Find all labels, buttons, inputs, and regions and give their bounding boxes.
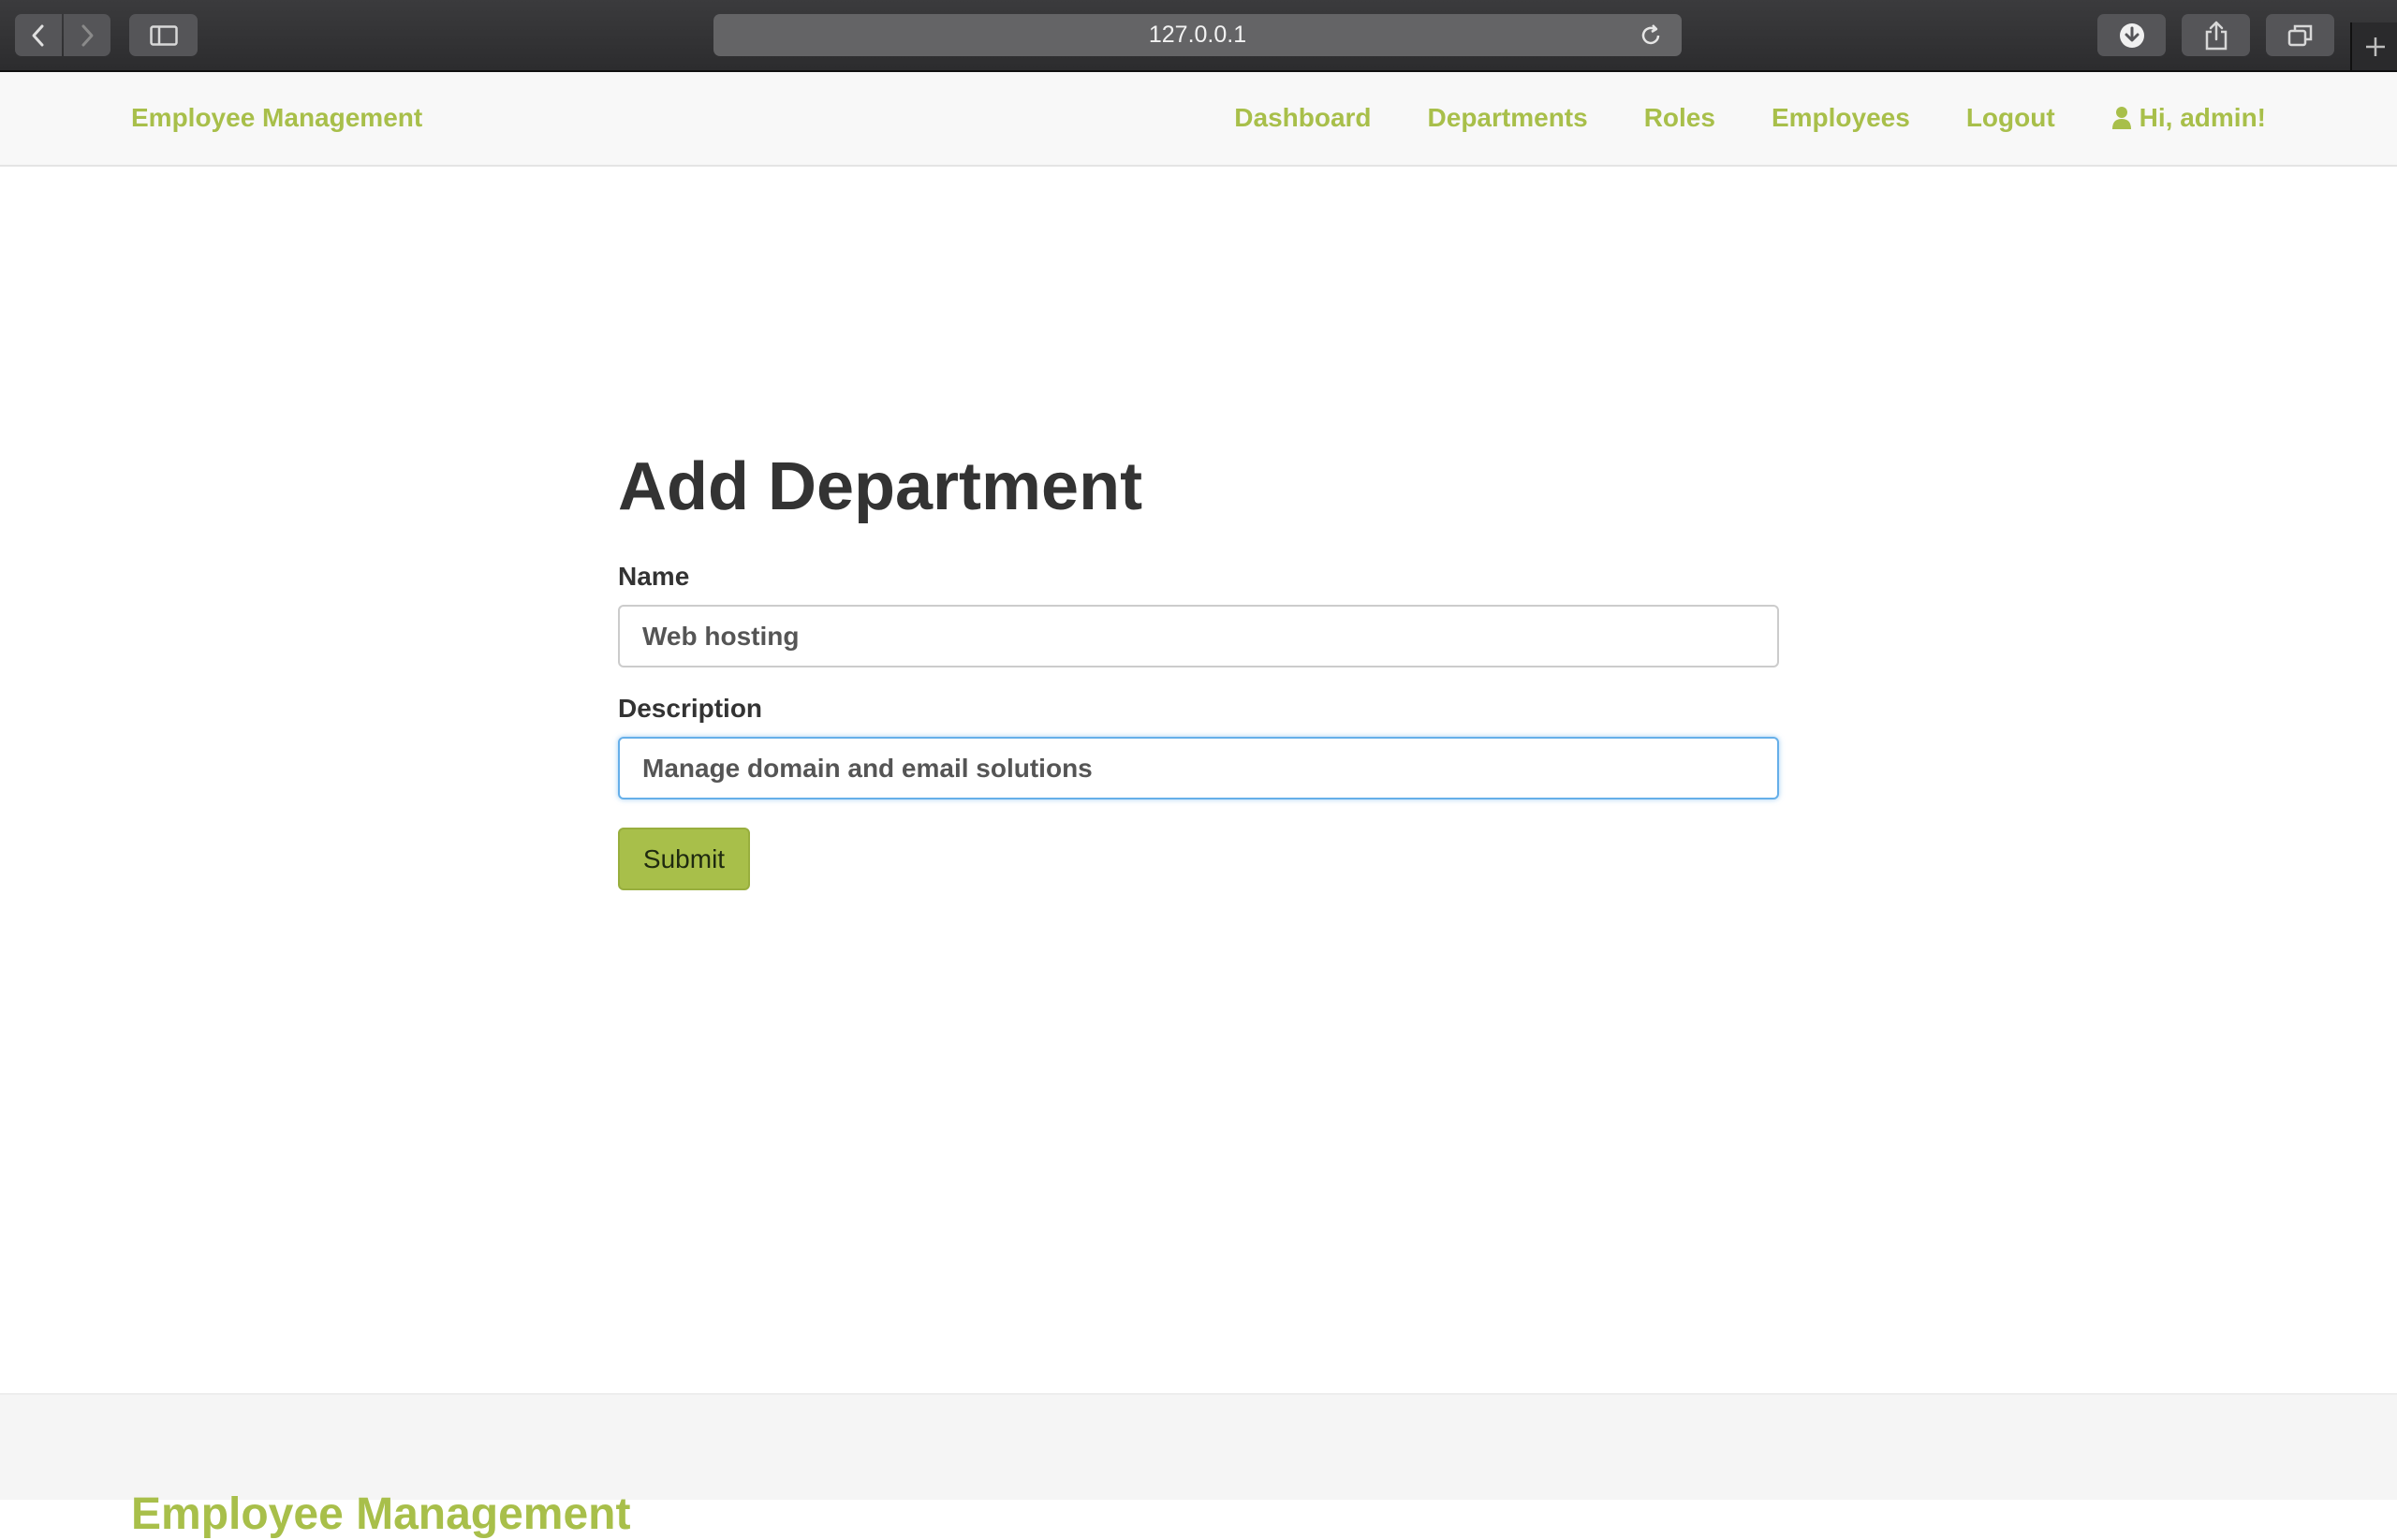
nav-links: Dashboard Departments Roles Employees Lo…: [1234, 103, 2266, 133]
user-greeting: Hi, admin!: [2139, 103, 2266, 132]
reload-icon[interactable]: [1639, 23, 1663, 48]
share-button[interactable]: [2182, 14, 2250, 56]
nav-link-employees[interactable]: Employees: [1772, 103, 1910, 133]
description-form-group: Description: [618, 694, 1779, 799]
description-label: Description: [618, 694, 763, 723]
add-department-form: Name Description Submit: [618, 562, 1779, 890]
user-icon: [2111, 107, 2131, 129]
sidebar-toggle-button[interactable]: [129, 14, 198, 56]
tabs-icon: [2287, 24, 2312, 46]
add-department-form-container: Add Department Name Description Submit: [618, 440, 1779, 890]
url-text: 127.0.0.1: [1148, 22, 1247, 48]
forward-button[interactable]: [64, 14, 110, 56]
plus-icon: [2366, 37, 2385, 56]
nav-link-roles[interactable]: Roles: [1644, 103, 1715, 133]
site-footer: Employee Management: [0, 1393, 2397, 1539]
nav-link-logout[interactable]: Logout: [1966, 103, 2055, 133]
user-menu-link[interactable]: Hi, admin!: [2111, 103, 2266, 133]
footer-brand: Employee Management: [131, 1489, 631, 1539]
chevron-left-icon: [32, 24, 44, 46]
browser-toolbar: 127.0.0.1: [0, 0, 2397, 72]
name-form-group: Name: [618, 562, 1779, 667]
submit-button[interactable]: Submit: [618, 828, 750, 890]
downloads-button[interactable]: [2097, 14, 2166, 56]
sidebar-icon: [149, 24, 178, 46]
nav-link-departments[interactable]: Departments: [1428, 103, 1588, 133]
new-tab-button[interactable]: [2350, 22, 2397, 70]
site-navbar: Employee Management Dashboard Department…: [0, 72, 2397, 167]
page-title: Add Department: [618, 449, 1143, 524]
brand-link[interactable]: Employee Management: [131, 103, 422, 133]
tab-overview-button[interactable]: [2266, 14, 2334, 56]
name-label: Name: [618, 562, 690, 591]
nav-link-dashboard[interactable]: Dashboard: [1234, 103, 1371, 133]
share-icon: [2205, 21, 2227, 50]
name-input[interactable]: [618, 605, 1779, 667]
chevron-right-icon: [81, 24, 94, 46]
address-bar[interactable]: 127.0.0.1: [713, 14, 1682, 56]
description-input[interactable]: [618, 737, 1779, 799]
back-button[interactable]: [15, 14, 62, 56]
download-icon: [2119, 22, 2144, 48]
